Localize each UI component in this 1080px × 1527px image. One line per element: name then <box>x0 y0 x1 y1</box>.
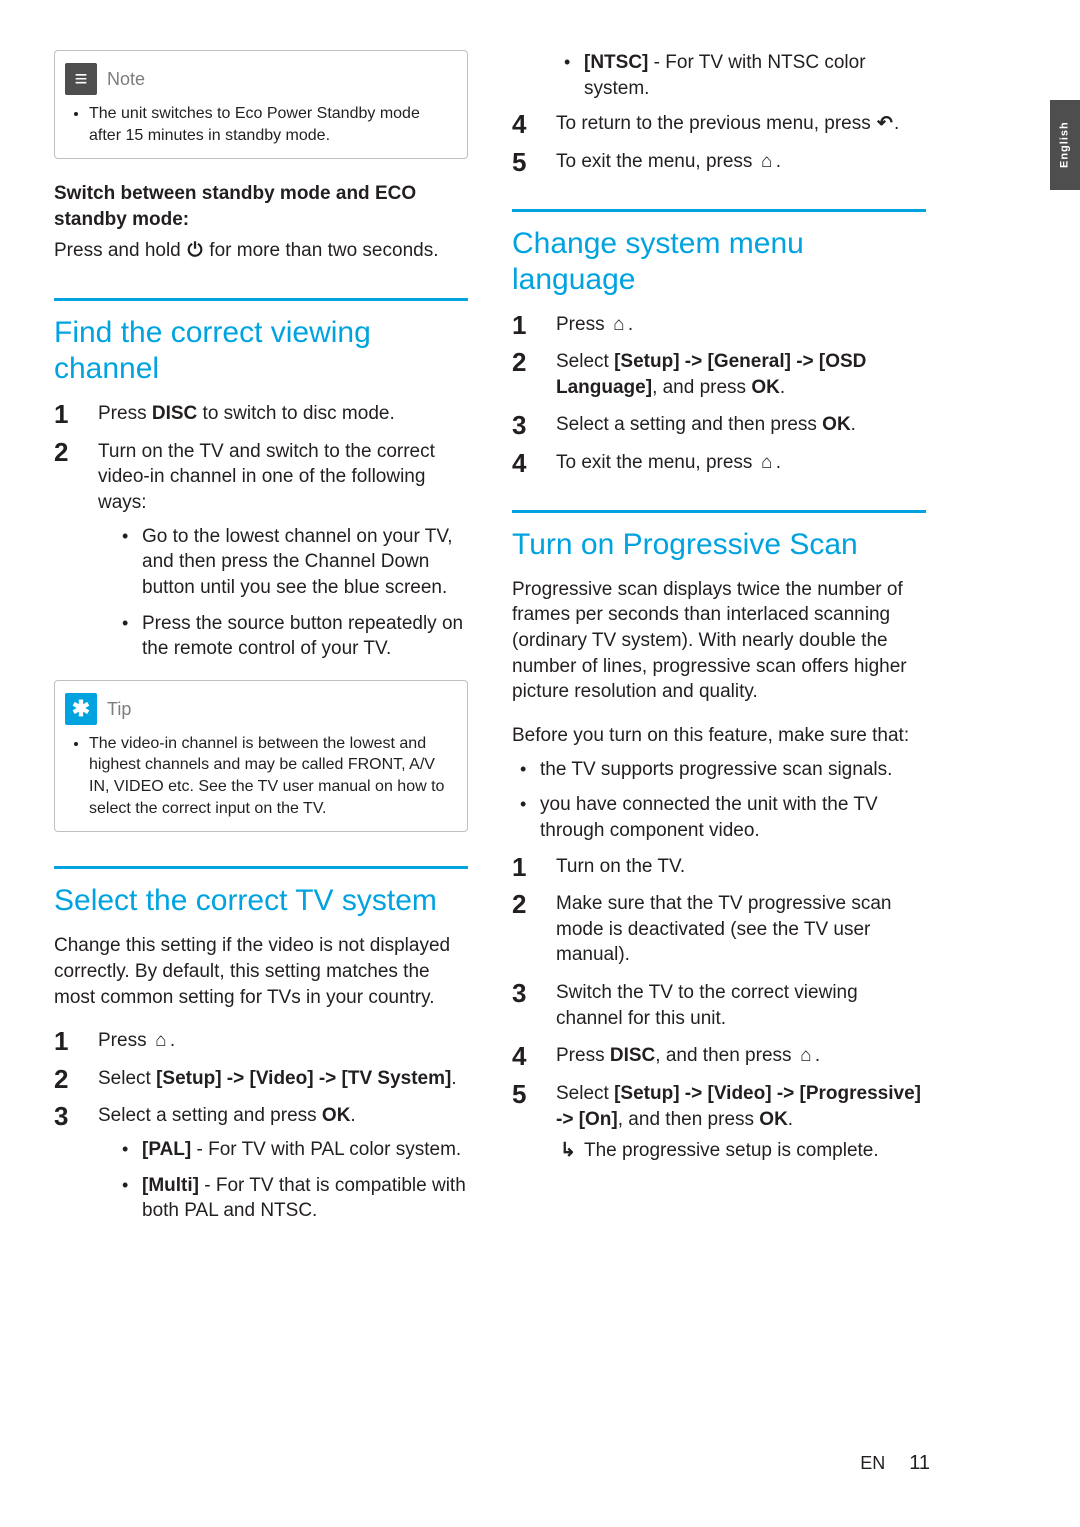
tip-callout: ✱ Tip The video-in channel is between th… <box>54 680 468 832</box>
tvsys-opt-ntsc-list: [NTSC] - For TV with NTSC color system. <box>556 50 926 101</box>
standby-switch-heading: Switch between standby mode and ECO stan… <box>54 181 468 232</box>
section-lang-title: Change system menu language <box>512 209 926 298</box>
tvsys-step-1: Press ⌂. <box>54 1028 468 1054</box>
language-side-tab: English <box>1050 100 1080 190</box>
viewing-bullet-2: Press the source button repeatedly on th… <box>114 611 468 662</box>
section-viewing-title: Find the correct viewing channel <box>54 298 468 387</box>
prog-step-3: Switch the TV to the correct viewing cha… <box>512 980 926 1031</box>
tvsys-steps: Press ⌂. Select [Setup] -> [Video] -> [T… <box>54 1028 468 1224</box>
home-icon: ⌂ <box>797 1043 815 1069</box>
tvsys-opt-ntsc: [NTSC] - For TV with NTSC color system. <box>556 50 926 101</box>
tip-label: Tip <box>107 697 131 721</box>
lang-steps: Press ⌂. Select [Setup] -> [General] -> … <box>512 312 926 476</box>
lang-step-3: Select a setting and then press OK. <box>512 412 926 438</box>
prog-step-5-sub: The progressive setup is complete. <box>556 1138 926 1164</box>
tip-body-text: The video-in channel is between the lowe… <box>89 733 453 819</box>
tvsys-steps-cont: To return to the previous menu, press ↶.… <box>512 111 926 174</box>
page-content: ≡ Note The unit switches to Eco Power St… <box>54 50 926 1450</box>
tvsys-opt-pal: [PAL] - For TV with PAL color system. <box>114 1137 468 1163</box>
note-callout: ≡ Note The unit switches to Eco Power St… <box>54 50 468 159</box>
lang-step-1: Press ⌂. <box>512 312 926 338</box>
tip-icon: ✱ <box>65 693 97 725</box>
footer-lang: EN <box>860 1451 885 1475</box>
back-icon: ↶ <box>876 111 894 137</box>
prog-prereq-1: the TV supports progressive scan signals… <box>512 757 926 783</box>
lang-step-2: Select [Setup] -> [General] -> [OSD Lang… <box>512 349 926 400</box>
prog-before: Before you turn on this feature, make su… <box>512 723 926 749</box>
tvsys-opt-multi: [Multi] - For TV that is compatible with… <box>114 1173 468 1224</box>
viewing-steps: Press DISC to switch to disc mode. Turn … <box>54 401 468 662</box>
section-tvsys-title: Select the correct TV system <box>54 866 468 919</box>
tvsys-step-3: Select a setting and press OK. [PAL] - F… <box>54 1103 468 1224</box>
tvsys-step-4: To return to the previous menu, press ↶. <box>512 111 926 137</box>
tvsys-step-2: Select [Setup] -> [Video] -> [TV System]… <box>54 1066 468 1092</box>
section-prog-title: Turn on Progressive Scan <box>512 510 926 563</box>
prog-step-1: Turn on the TV. <box>512 854 926 880</box>
left-column: ≡ Note The unit switches to Eco Power St… <box>54 50 468 1450</box>
home-icon: ⌂ <box>610 312 628 338</box>
prog-prereq: the TV supports progressive scan signals… <box>512 757 926 844</box>
power-icon: ⏻ <box>186 238 204 264</box>
viewing-step-1: Press DISC to switch to disc mode. <box>54 401 468 427</box>
prog-step-5: Select [Setup] -> [Video] -> [Progressiv… <box>512 1081 926 1164</box>
note-body-text: The unit switches to Eco Power Standby m… <box>89 103 453 146</box>
note-label: Note <box>107 67 145 91</box>
standby-switch-text: Press and hold ⏻ for more than two secon… <box>54 238 468 264</box>
right-column: [NTSC] - For TV with NTSC color system. … <box>512 50 926 1450</box>
viewing-bullet-1: Go to the lowest channel on your TV, and… <box>114 524 468 601</box>
home-icon: ⌂ <box>758 450 776 476</box>
home-icon: ⌂ <box>758 149 776 175</box>
prog-prereq-2: you have connected the unit with the TV … <box>512 792 926 843</box>
prog-steps: Turn on the TV. Make sure that the TV pr… <box>512 854 926 1164</box>
tvsys-step-5: To exit the menu, press ⌂. <box>512 149 926 175</box>
page-number: 11 <box>909 1450 930 1477</box>
home-icon: ⌂ <box>152 1028 170 1054</box>
tvsys-intro: Change this setting if the video is not … <box>54 933 468 1010</box>
prog-step-2: Make sure that the TV progressive scan m… <box>512 891 926 968</box>
viewing-step-2: Turn on the TV and switch to the correct… <box>54 439 468 662</box>
page-footer: EN 11 <box>860 1450 930 1477</box>
prog-intro: Progressive scan displays twice the numb… <box>512 577 926 705</box>
lang-step-4: To exit the menu, press ⌂. <box>512 450 926 476</box>
note-icon: ≡ <box>65 63 97 95</box>
prog-step-4: Press DISC, and then press ⌂. <box>512 1043 926 1069</box>
